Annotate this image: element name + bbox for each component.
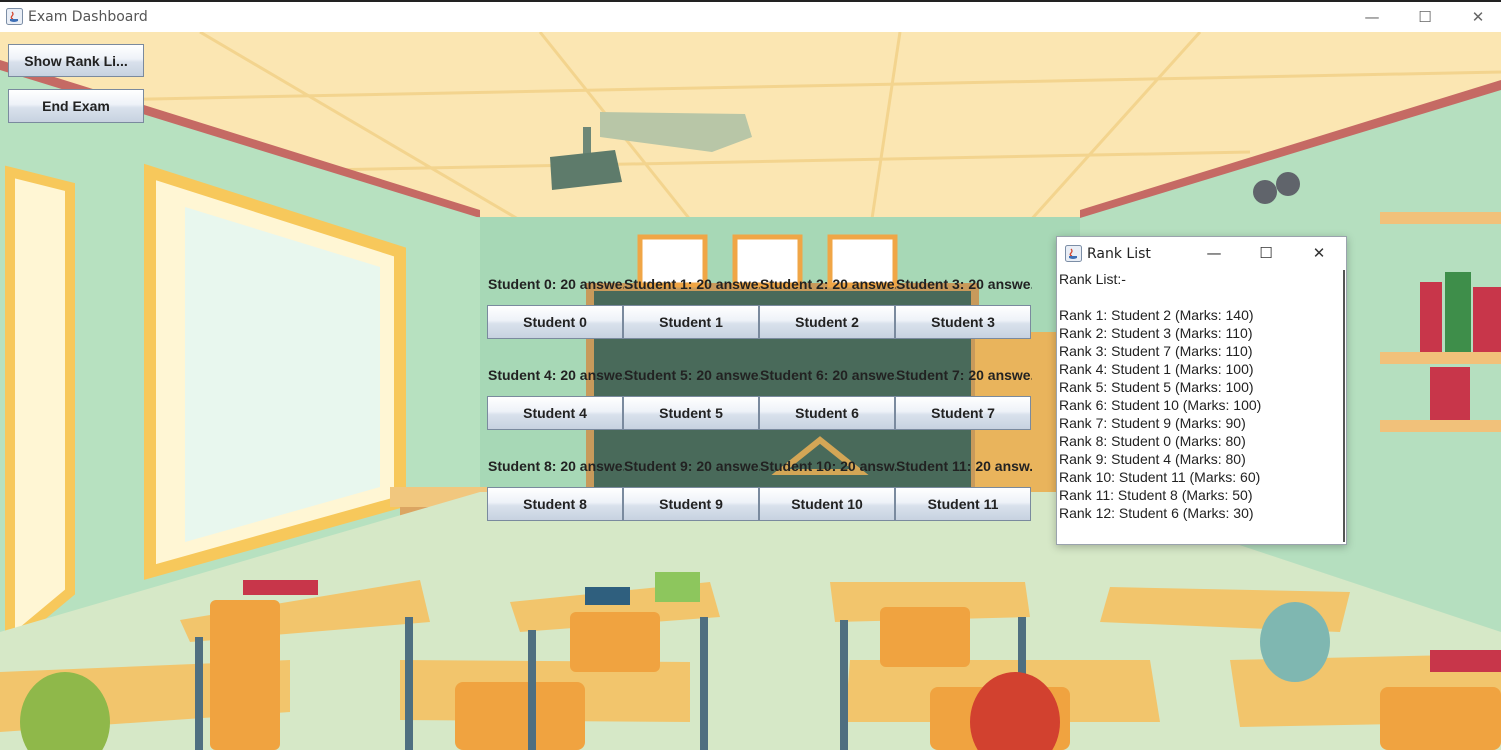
show-rank-list-button[interactable]: Show Rank Li... [8,44,144,77]
rank-list-blank-line [1058,288,1343,306]
minimize-button[interactable]: — [1349,2,1395,32]
student-button[interactable]: Student 0 [487,305,623,339]
rank-entry: Rank 1: Student 2 (Marks: 140) [1059,307,1254,323]
rank-list-text-area[interactable]: Rank List:- Rank 1: Student 2 (Marks: 14… [1058,270,1345,542]
end-exam-button[interactable]: End Exam [8,89,144,123]
student-status-label: Student 5: 20 answe.. [624,367,760,383]
student-button[interactable]: Student 3 [895,305,1031,339]
student-button[interactable]: Student 9 [623,487,759,521]
rank-maximize-button[interactable]: ☐ [1240,237,1292,269]
rank-entry: Rank 2: Student 3 (Marks: 110) [1059,325,1253,341]
student-status-label: Student 11: 20 answ.. [896,458,1032,474]
student-button[interactable]: Student 10 [759,487,895,521]
student-button[interactable]: Student 6 [759,396,895,430]
rank-entry: Rank 8: Student 0 (Marks: 80) [1059,433,1246,449]
main-window-titlebar[interactable]: Exam Dashboard — ☐ ✕ [0,0,1501,32]
student-status-label: Student 4: 20 answe.. [488,367,624,383]
rank-entry: Rank 3: Student 7 (Marks: 110) [1059,343,1253,359]
student-button[interactable]: Student 5 [623,396,759,430]
rank-entry: Rank 12: Student 6 (Marks: 30) [1059,505,1254,521]
student-button[interactable]: Student 1 [623,305,759,339]
student-status-label: Student 9: 20 answe.. [624,458,760,474]
student-status-label: Student 0: 20 answe.. [488,276,624,292]
student-button[interactable]: Student 11 [895,487,1031,521]
rank-entry: Rank 6: Student 10 (Marks: 100) [1059,397,1262,413]
rank-entry: Rank 11: Student 8 (Marks: 50) [1059,487,1253,503]
close-button[interactable]: ✕ [1455,2,1501,32]
rank-entry: Rank 9: Student 4 (Marks: 80) [1059,451,1246,467]
student-status-label: Student 2: 20 answe.. [760,276,896,292]
rank-entry: Rank 4: Student 1 (Marks: 100) [1059,361,1254,377]
java-app-icon [1065,245,1082,262]
student-button[interactable]: Student 2 [759,305,895,339]
rank-list-heading: Rank List:- [1059,271,1126,287]
rank-entry: Rank 5: Student 5 (Marks: 100) [1059,379,1254,395]
java-app-icon [6,8,23,25]
student-status-label: Student 10: 20 answ.. [760,458,896,474]
student-button[interactable]: Student 8 [487,487,623,521]
rank-list-window[interactable]: Rank List — ☐ ✕ Rank List:- Rank 1: Stud… [1056,236,1347,545]
student-status-label: Student 6: 20 answe.. [760,367,896,383]
student-status-label: Student 3: 20 answe.. [896,276,1032,292]
window-title: Exam Dashboard [28,9,148,25]
rank-entry: Rank 10: Student 11 (Marks: 60) [1059,469,1261,485]
maximize-button[interactable]: ☐ [1402,2,1448,32]
rank-entry: Rank 7: Student 9 (Marks: 90) [1059,415,1246,431]
student-button[interactable]: Student 7 [895,396,1031,430]
rank-close-button[interactable]: ✕ [1293,237,1345,269]
student-button[interactable]: Student 4 [487,396,623,430]
student-status-label: Student 7: 20 answe.. [896,367,1032,383]
rank-minimize-button[interactable]: — [1188,237,1240,269]
rank-list-titlebar[interactable]: Rank List — ☐ ✕ [1057,237,1346,269]
student-status-label: Student 1: 20 answe.. [624,276,760,292]
student-status-label: Student 8: 20 answe.. [488,458,624,474]
rank-list-title: Rank List [1087,246,1151,262]
